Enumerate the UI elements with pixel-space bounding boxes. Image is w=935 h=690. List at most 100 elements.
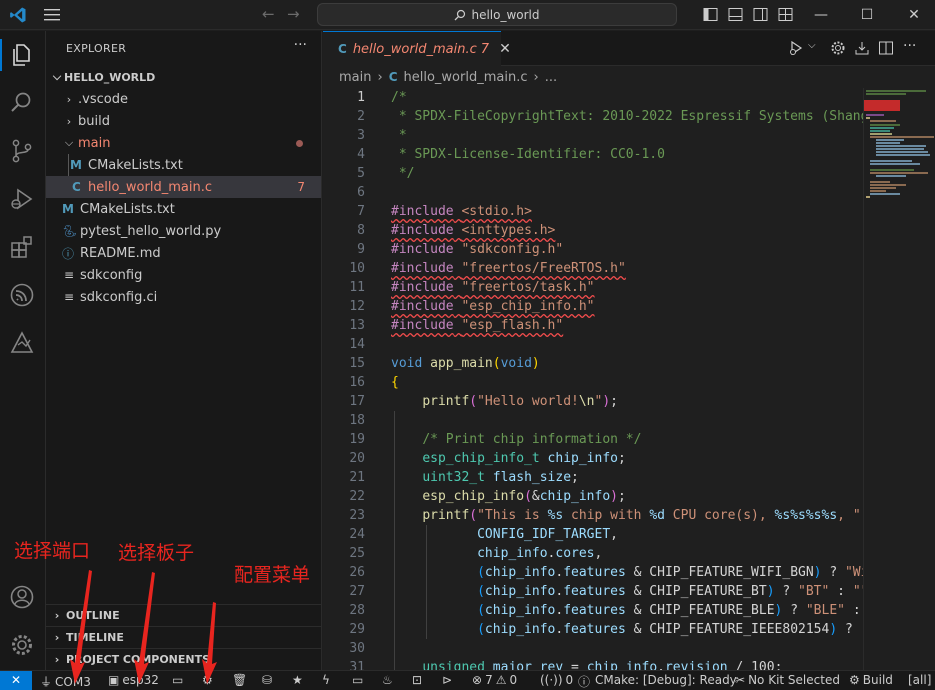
line-number: 9 bbox=[357, 242, 365, 257]
tree-item-readme[interactable]: ⓘ README.md bbox=[46, 242, 321, 264]
line-number: 13 bbox=[349, 318, 365, 333]
line-number: 10 bbox=[349, 261, 365, 276]
breadcrumb-symbols[interactable]: ... bbox=[545, 70, 557, 85]
error-count: 7 bbox=[485, 673, 493, 687]
info-icon[interactable]: ⓘ bbox=[578, 673, 590, 690]
line-number: 27 bbox=[349, 584, 365, 599]
line-number: 11 bbox=[349, 280, 365, 295]
tree-item-label: sdkconfig bbox=[80, 267, 143, 283]
toggle-primary-sidebar-icon[interactable] bbox=[703, 7, 718, 22]
star-icon[interactable]: ★ bbox=[292, 673, 303, 687]
tree-item-hello-world-main-c[interactable]: C hello_world_main.c 7 bbox=[46, 176, 321, 198]
problems-badge: 7 bbox=[297, 180, 305, 194]
chevron-down-icon[interactable]: ⌵ bbox=[808, 40, 816, 51]
tree-item-label: build bbox=[78, 113, 110, 129]
tab-label: hello_world_main.c bbox=[352, 41, 477, 57]
minimize-button[interactable]: — bbox=[810, 4, 832, 26]
code-line: 14 bbox=[323, 335, 863, 354]
monitor-icon[interactable]: ▭ bbox=[352, 673, 363, 687]
tab-hello-world-main-c[interactable]: C hello_world_main.c 7 ✕ bbox=[323, 31, 511, 66]
build-button[interactable]: ⚙ Build bbox=[849, 673, 893, 687]
cmake-status-button[interactable]: CMake: [Debug]: Ready bbox=[595, 673, 737, 687]
customize-layout-icon[interactable] bbox=[778, 7, 793, 22]
settings-gear-icon[interactable] bbox=[830, 40, 846, 56]
line-number: 12 bbox=[349, 299, 365, 314]
line-number: 5 bbox=[357, 166, 365, 181]
explorer-icon[interactable] bbox=[9, 42, 35, 68]
line-number: 29 bbox=[349, 622, 365, 637]
tree-item-build-folder[interactable]: › build bbox=[46, 110, 321, 132]
line-number: 14 bbox=[349, 337, 365, 352]
flash-device-icon[interactable] bbox=[854, 40, 870, 56]
tree-item-label: hello_world_main.c bbox=[88, 179, 212, 195]
more-actions-icon[interactable]: ··· bbox=[294, 37, 307, 53]
line-number: 16 bbox=[349, 375, 365, 390]
split-editor-icon[interactable] bbox=[878, 40, 894, 56]
maximize-button[interactable]: ☐ bbox=[856, 4, 878, 26]
tree-item-label: pytest_hello_world.py bbox=[80, 223, 222, 239]
tree-item-main-folder[interactable]: ⌵ main bbox=[46, 132, 321, 154]
back-arrow-icon[interactable]: ← bbox=[262, 5, 275, 23]
tree-item-main-cmakelists[interactable]: M CMakeLists.txt bbox=[46, 154, 321, 198]
close-tab-icon[interactable]: ✕ bbox=[499, 41, 511, 57]
extensions-icon[interactable] bbox=[9, 234, 35, 260]
command-center-search[interactable]: hello_world bbox=[317, 3, 677, 26]
section-outline[interactable]: › OUTLINE bbox=[46, 604, 321, 626]
line-number: 28 bbox=[349, 603, 365, 618]
build-target-button[interactable]: [all] bbox=[908, 673, 931, 687]
accounts-icon[interactable] bbox=[9, 584, 35, 610]
code-line: 16{ bbox=[323, 373, 863, 392]
flash-icon[interactable]: ϟ bbox=[322, 673, 330, 687]
more-actions-icon[interactable]: ··· bbox=[903, 38, 916, 54]
toggle-panel-icon[interactable] bbox=[728, 7, 743, 22]
kit-selector-button[interactable]: ✂ No Kit Selected bbox=[735, 673, 840, 687]
tree-item-vscode-folder[interactable]: › .vscode bbox=[46, 88, 321, 110]
play-icon[interactable]: ⊳ bbox=[442, 673, 452, 687]
workspace-root[interactable]: ⌵ HELLO_WORLD bbox=[46, 66, 321, 88]
select-target-button[interactable]: ▣ esp32 bbox=[108, 673, 159, 687]
close-window-button[interactable]: ✕ bbox=[903, 4, 925, 26]
problems-button[interactable]: ⊗ 7 ⚠ 0 bbox=[472, 673, 517, 687]
code-editor[interactable]: 1/* 2 * SPDX-FileCopyrightText: 2010-202… bbox=[323, 88, 863, 670]
folder-icon[interactable]: ▭ bbox=[172, 673, 183, 687]
cylinder-icon[interactable]: ⛁ bbox=[262, 673, 272, 687]
minimap[interactable] bbox=[863, 88, 935, 670]
tree-item-sdkconfig[interactable]: ≡ sdkconfig bbox=[46, 264, 321, 286]
run-debug-dropdown-icon[interactable] bbox=[789, 40, 805, 56]
espressif-icon[interactable] bbox=[9, 282, 35, 308]
breadcrumb-file[interactable]: hello_world_main.c bbox=[404, 70, 528, 85]
search-icon[interactable] bbox=[9, 90, 35, 116]
line-number: 4 bbox=[357, 147, 365, 162]
source-control-icon[interactable] bbox=[9, 138, 35, 164]
search-text: hello_world bbox=[471, 7, 540, 22]
select-port-button[interactable]: ⏚ COM3 bbox=[40, 673, 91, 690]
target-label: esp32 bbox=[122, 673, 159, 687]
trash-icon[interactable]: 🗑︎ bbox=[232, 673, 247, 687]
broadcast-button[interactable]: ((·)) 0 bbox=[540, 673, 573, 687]
line-number: 18 bbox=[349, 413, 365, 428]
breadcrumb-folder[interactable]: main bbox=[339, 70, 371, 85]
tree-item-sdkconfig-ci[interactable]: ≡ sdkconfig.ci bbox=[46, 286, 321, 308]
forward-arrow-icon[interactable]: → bbox=[287, 5, 300, 23]
tree-item-pytest[interactable]: 🐍︎ pytest_hello_world.py bbox=[46, 220, 321, 242]
line-number: 1 bbox=[357, 90, 365, 105]
remote-indicator[interactable]: ✕ bbox=[0, 671, 32, 690]
annotation-config-menu: 配置菜单 bbox=[234, 564, 311, 586]
manage-gear-icon[interactable] bbox=[9, 632, 35, 658]
vscode-logo-icon[interactable] bbox=[9, 6, 27, 24]
tree-item-root-cmakelists[interactable]: M CMakeLists.txt bbox=[46, 198, 321, 220]
no-kit-icon: ✂ bbox=[735, 673, 746, 687]
flame-icon[interactable]: ♨ bbox=[382, 673, 393, 687]
section-timeline[interactable]: › TIMELINE bbox=[46, 626, 321, 648]
code-line: 6 bbox=[323, 183, 863, 202]
run-debug-icon[interactable] bbox=[9, 186, 35, 212]
section-label: OUTLINE bbox=[66, 609, 120, 622]
warning-icon: ⚠ bbox=[495, 673, 507, 687]
config-menu-gear-icon[interactable]: ⚙ bbox=[202, 673, 213, 687]
toggle-secondary-sidebar-icon[interactable] bbox=[753, 7, 768, 22]
menu-icon[interactable] bbox=[44, 8, 60, 22]
build-label: Build bbox=[862, 673, 893, 687]
idf-explorer-icon[interactable] bbox=[9, 330, 35, 356]
section-project-components[interactable]: › PROJECT COMPONENTS bbox=[46, 648, 321, 670]
terminal-icon[interactable]: ⊡ bbox=[412, 673, 422, 687]
